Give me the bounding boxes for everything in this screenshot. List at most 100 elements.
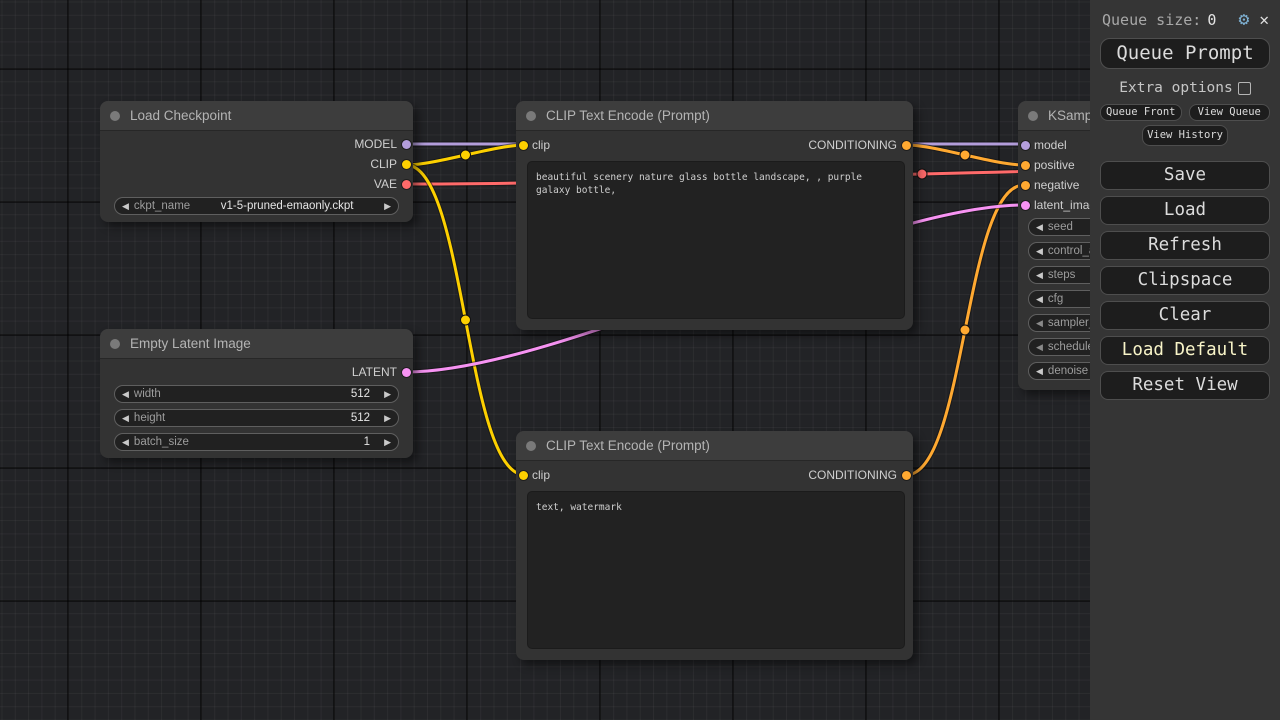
input-slot-clip[interactable]: clip xyxy=(516,465,550,485)
view-history-button[interactable]: View History xyxy=(1142,125,1228,146)
slot-dot-conditioning[interactable] xyxy=(1021,161,1030,170)
widget-left-arrow-icon[interactable]: ◀ xyxy=(1036,271,1043,280)
widget-left-arrow-icon[interactable]: ◀ xyxy=(122,438,129,447)
widget-ckpt-name[interactable]: ◀ ckpt_name v1-5-pruned-emaonly.ckpt ▶ xyxy=(114,197,399,215)
queue-front-button[interactable]: Queue Front xyxy=(1100,104,1182,121)
slot-label: clip xyxy=(532,468,550,482)
output-slot-conditioning[interactable]: CONDITIONING xyxy=(808,135,913,155)
reset-view-button[interactable]: Reset View xyxy=(1100,371,1270,400)
widget-value: 512 xyxy=(351,412,379,424)
slot-dot-conditioning[interactable] xyxy=(902,471,911,480)
output-slot-conditioning[interactable]: CONDITIONING xyxy=(808,465,913,485)
widget-left-arrow-icon[interactable]: ◀ xyxy=(1036,223,1043,232)
collapse-dot-icon[interactable] xyxy=(526,111,536,121)
widget-label: width xyxy=(134,388,161,400)
queue-size-label: Queue size: xyxy=(1102,11,1201,29)
menu-header: Queue size: 0 ⚙ ✕ xyxy=(1090,0,1280,29)
slot-label: negative xyxy=(1034,178,1079,192)
widget-right-arrow-icon[interactable]: ▶ xyxy=(384,390,391,399)
widget-width[interactable]: ◀ width 512 ▶ xyxy=(114,385,399,403)
widget-left-arrow-icon[interactable]: ◀ xyxy=(1036,295,1043,304)
prompt-textarea[interactable]: text, watermark xyxy=(527,491,905,649)
settings-gear-icon[interactable]: ⚙ xyxy=(1239,11,1250,29)
load-default-button[interactable]: Load Default xyxy=(1100,336,1270,365)
node-clip-text-encode-negative[interactable]: CLIP Text Encode (Prompt) clip CONDITION… xyxy=(516,431,913,660)
widget-value: 512 xyxy=(351,388,379,400)
widget-left-arrow-icon[interactable]: ◀ xyxy=(122,390,129,399)
slot-dot-conditioning[interactable] xyxy=(1021,181,1030,190)
node-title: CLIP Text Encode (Prompt) xyxy=(546,108,710,123)
widget-label: ckpt_name xyxy=(134,200,190,212)
load-button[interactable]: Load xyxy=(1100,196,1270,225)
queue-buttons-row: Queue Front View Queue xyxy=(1100,104,1270,121)
slot-dot-conditioning[interactable] xyxy=(902,141,911,150)
node-empty-latent-image[interactable]: Empty Latent Image LATENT ◀ width 512 ▶ … xyxy=(100,329,413,458)
queue-prompt-button[interactable]: Queue Prompt xyxy=(1100,38,1270,69)
slot-dot-latent[interactable] xyxy=(402,368,411,377)
collapse-dot-icon[interactable] xyxy=(1028,111,1038,121)
widget-left-arrow-icon[interactable]: ◀ xyxy=(1036,343,1043,352)
slot-dot-clip[interactable] xyxy=(402,160,411,169)
node-header[interactable]: Load Checkpoint xyxy=(100,101,413,131)
slot-dot-model[interactable] xyxy=(402,140,411,149)
slot-label: CONDITIONING xyxy=(808,468,897,482)
slot-dot-clip[interactable] xyxy=(519,471,528,480)
comfy-menu: Queue size: 0 ⚙ ✕ Queue Prompt Extra opt… xyxy=(1090,0,1280,720)
input-slot-negative[interactable]: negative xyxy=(1018,175,1079,195)
widget-right-arrow-icon[interactable]: ▶ xyxy=(384,414,391,423)
input-slot-positive[interactable]: positive xyxy=(1018,155,1075,175)
widget-label: denoise xyxy=(1048,365,1088,377)
widget-label: cfg xyxy=(1048,293,1063,305)
widget-right-arrow-icon[interactable]: ▶ xyxy=(384,438,391,447)
widget-left-arrow-icon[interactable]: ◀ xyxy=(1036,367,1043,376)
node-title: Empty Latent Image xyxy=(130,336,251,351)
widget-label: height xyxy=(134,412,165,424)
widget-left-arrow-icon[interactable]: ◀ xyxy=(1036,319,1043,328)
slot-dot-latent[interactable] xyxy=(1021,201,1030,210)
collapse-dot-icon[interactable] xyxy=(526,441,536,451)
node-title: CLIP Text Encode (Prompt) xyxy=(546,438,710,453)
clear-button[interactable]: Clear xyxy=(1100,301,1270,330)
extra-options-row: Extra options xyxy=(1090,80,1280,96)
slot-dot-vae[interactable] xyxy=(402,180,411,189)
collapse-dot-icon[interactable] xyxy=(110,111,120,121)
slot-label: LATENT xyxy=(352,365,397,379)
output-slot-clip[interactable]: CLIP xyxy=(370,154,413,174)
clipspace-button[interactable]: Clipspace xyxy=(1100,266,1270,295)
widget-label: steps xyxy=(1048,269,1076,281)
widget-left-arrow-icon[interactable]: ◀ xyxy=(122,202,129,211)
output-slot-latent[interactable]: LATENT xyxy=(352,362,413,382)
slot-label: VAE xyxy=(374,177,397,191)
widget-right-arrow-icon[interactable]: ▶ xyxy=(384,202,391,211)
node-header[interactable]: CLIP Text Encode (Prompt) xyxy=(516,431,913,461)
widget-batch-size[interactable]: ◀ batch_size 1 ▶ xyxy=(114,433,399,451)
slot-dot-clip[interactable] xyxy=(519,141,528,150)
view-queue-button[interactable]: View Queue xyxy=(1189,104,1271,121)
widget-label: batch_size xyxy=(134,436,189,448)
slot-label: MODEL xyxy=(354,137,397,151)
node-header[interactable]: Empty Latent Image xyxy=(100,329,413,359)
input-slot-clip[interactable]: clip xyxy=(516,135,550,155)
node-load-checkpoint[interactable]: Load Checkpoint MODEL CLIP VAE ◀ ckpt_na… xyxy=(100,101,413,222)
node-header[interactable]: CLIP Text Encode (Prompt) xyxy=(516,101,913,131)
slot-dot-model[interactable] xyxy=(1021,141,1030,150)
widget-left-arrow-icon[interactable]: ◀ xyxy=(122,414,129,423)
slot-label: CONDITIONING xyxy=(808,138,897,152)
widget-left-arrow-icon[interactable]: ◀ xyxy=(1036,247,1043,256)
widget-value: v1-5-pruned-emaonly.ckpt xyxy=(195,200,379,212)
output-slot-model[interactable]: MODEL xyxy=(354,134,413,154)
input-slot-model[interactable]: model xyxy=(1018,135,1067,155)
extra-options-checkbox[interactable] xyxy=(1238,82,1251,95)
widget-height[interactable]: ◀ height 512 ▶ xyxy=(114,409,399,427)
node-title: Load Checkpoint xyxy=(130,108,231,123)
slot-label: clip xyxy=(532,138,550,152)
widget-label: seed xyxy=(1048,221,1073,233)
node-clip-text-encode-positive[interactable]: CLIP Text Encode (Prompt) clip CONDITION… xyxy=(516,101,913,330)
collapse-dot-icon[interactable] xyxy=(110,339,120,349)
output-slot-vae[interactable]: VAE xyxy=(374,174,413,194)
save-button[interactable]: Save xyxy=(1100,161,1270,190)
refresh-button[interactable]: Refresh xyxy=(1100,231,1270,260)
prompt-textarea[interactable]: beautiful scenery nature glass bottle la… xyxy=(527,161,905,319)
close-icon[interactable]: ✕ xyxy=(1259,12,1269,28)
widget-value: 1 xyxy=(364,436,379,448)
